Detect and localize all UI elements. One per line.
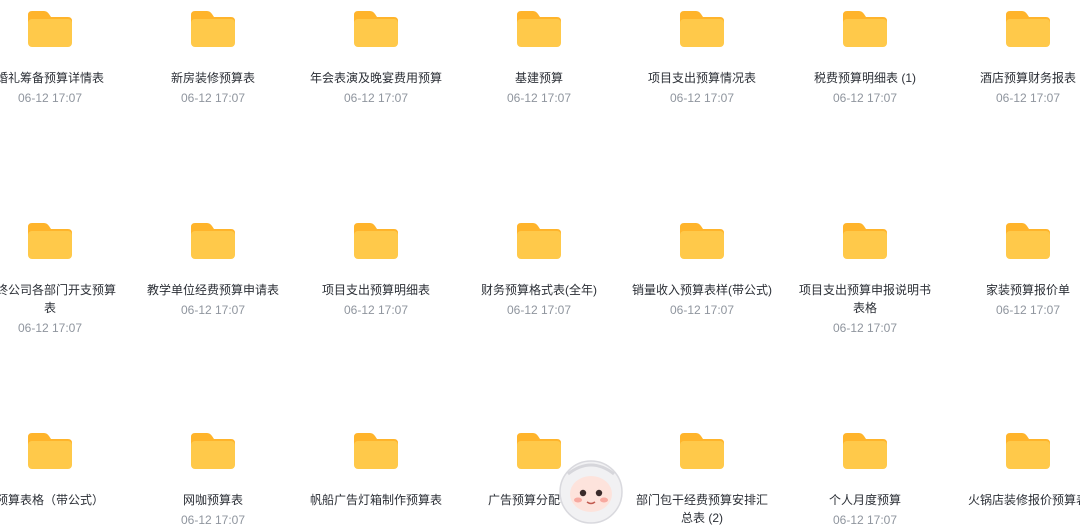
folder-item[interactable]: 部门包干经费预算安排汇总表 (2) [627, 431, 777, 526]
folder-modified-time: 06-12 17:07 [17, 321, 83, 335]
folder-item[interactable]: 婚礼筹备预算详情表 06-12 17:07 [0, 9, 125, 107]
folder-name: 部门包干经费预算安排汇总表 (2) [635, 493, 768, 525]
folder-modified-time: 06-12 17:07 [17, 91, 83, 105]
folder-name: 酒店预算财务报表 [979, 71, 1076, 85]
folder-icon [1006, 11, 1050, 47]
folder-icon [517, 223, 561, 259]
folder-name: 教学单位经费预算申请表 [146, 283, 279, 297]
folder-item[interactable]: 教学单位经费预算申请表 06-12 17:07 [138, 221, 288, 319]
folder-modified-time: 06-12 17:07 [180, 303, 246, 317]
folder-modified-time: 06-12 17:07 [180, 513, 246, 526]
folder-icon [843, 11, 887, 47]
folder-item[interactable]: 项目支出预算明细表 06-12 17:07 [301, 221, 451, 319]
folder-name: 帆船广告灯箱制作预算表 [309, 493, 442, 507]
folder-item[interactable]: 火锅店装修报价预算表 [953, 431, 1080, 509]
folder-item[interactable]: 个人月度预算 06-12 17:07 [790, 431, 940, 526]
file-grid: 婚礼筹备预算详情表 06-12 17:07 新房装修预算表 06-12 17:07 年会… [0, 0, 1080, 526]
folder-modified-time: 06-12 17:07 [506, 303, 572, 317]
folder-modified-time: 06-12 17:07 [180, 91, 246, 105]
folder-name: 销量收入预算表样(带公式) [632, 283, 772, 297]
folder-name: 年会表演及晚宴费用预算 [309, 71, 442, 85]
folder-icon [843, 223, 887, 259]
folder-item[interactable]: 新房装修预算表 06-12 17:07 [138, 9, 288, 107]
folder-modified-time: 06-12 17:07 [669, 91, 735, 105]
folder-name: 项目支出预算申报说明书表格 [798, 283, 931, 315]
folder-icon [354, 11, 398, 47]
folder-name: 网咖预算表 [182, 493, 243, 507]
folder-modified-time: 06-12 17:07 [343, 91, 409, 105]
folder-icon [28, 11, 72, 47]
folder-icon [680, 11, 724, 47]
folder-item[interactable]: 年会表演及晚宴费用预算 06-12 17:07 [301, 9, 451, 107]
folder-name: 项目支出预算情况表 [647, 71, 756, 85]
folder-modified-time: 06-12 17:07 [832, 321, 898, 335]
folder-name: 财务预算格式表(全年) [481, 283, 597, 297]
folder-item[interactable]: 项目支出预算申报说明书表格 06-12 17:07 [790, 221, 940, 337]
folder-modified-time: 06-12 17:07 [669, 303, 735, 317]
folder-item[interactable]: 基建预算 06-12 17:07 [464, 9, 614, 107]
folder-icon [680, 223, 724, 259]
folder-name: 家装预算报价单 [985, 283, 1070, 297]
folder-icon [1006, 433, 1050, 469]
folder-icon [1006, 223, 1050, 259]
folder-modified-time: 06-12 17:07 [506, 91, 572, 105]
folder-modified-time: 06-12 17:07 [343, 303, 409, 317]
folder-icon [680, 433, 724, 469]
folder-item[interactable]: 财务预算格式表(全年) 06-12 17:07 [464, 221, 614, 319]
folder-modified-time: 06-12 17:07 [995, 91, 1061, 105]
folder-icon [28, 433, 72, 469]
folder-icon [28, 223, 72, 259]
folder-name: 个人月度预算 [828, 493, 901, 507]
folder-name: 新房装修预算表 [170, 71, 255, 85]
folder-icon [191, 433, 235, 469]
folder-modified-time: 06-12 17:07 [832, 513, 898, 526]
folder-name: 年终公司各部门开支预算表 [0, 283, 116, 315]
folder-item[interactable]: 帆船广告灯箱制作预算表 [301, 431, 451, 509]
folder-icon [843, 433, 887, 469]
folder-modified-time: 06-12 17:07 [832, 91, 898, 105]
folder-icon [517, 11, 561, 47]
folder-item[interactable]: 酒店预算财务报表 06-12 17:07 [953, 9, 1080, 107]
folder-name: 火锅店装修报价预算表 [967, 493, 1080, 507]
folder-item[interactable]: 年终公司各部门开支预算表 06-12 17:07 [0, 221, 125, 337]
folder-item[interactable]: 销量收入预算表样(带公式) 06-12 17:07 [627, 221, 777, 319]
folder-modified-time: 06-12 17:07 [995, 303, 1061, 317]
folder-item[interactable]: 项目支出预算情况表 06-12 17:07 [627, 9, 777, 107]
folder-item[interactable]: 税费预算明细表 (1) 06-12 17:07 [790, 9, 940, 107]
folder-item[interactable]: 预算表格（带公式） [0, 431, 125, 509]
assistant-mascot-icon[interactable] [556, 452, 626, 526]
folder-icon [354, 433, 398, 469]
folder-name: 预算表格（带公式） [0, 493, 104, 507]
folder-name: 婚礼筹备预算详情表 [0, 71, 104, 85]
folder-item[interactable]: 家装预算报价单 06-12 17:07 [953, 221, 1080, 319]
folder-name: 项目支出预算明细表 [321, 283, 430, 297]
folder-icon [354, 223, 398, 259]
folder-icon [191, 223, 235, 259]
folder-name: 基建预算 [514, 71, 563, 85]
folder-icon [191, 11, 235, 47]
folder-name: 税费预算明细表 (1) [813, 71, 916, 85]
folder-item[interactable]: 网咖预算表 06-12 17:07 [138, 431, 288, 526]
